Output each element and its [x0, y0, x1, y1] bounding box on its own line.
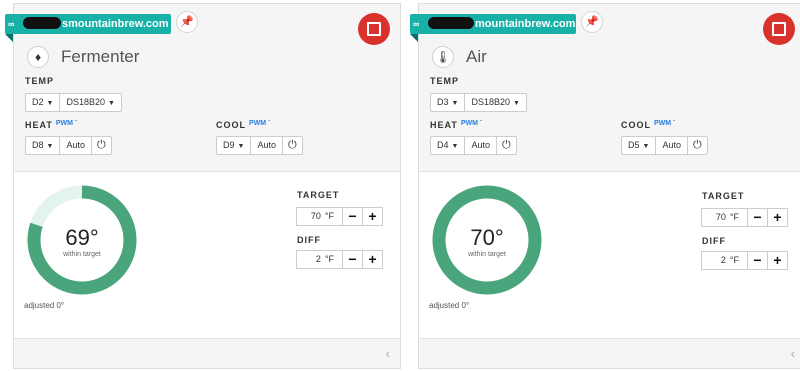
cool-mode-button[interactable]: Auto [250, 136, 283, 155]
thermometer-icon: 🌡 [432, 46, 454, 68]
target-decrease-button[interactable]: − [342, 207, 363, 226]
cool-pin-dropdown[interactable]: D5 ▼ [621, 136, 657, 155]
controller-name: Fermenter [61, 47, 140, 66]
temp-label: TEMP [25, 76, 55, 86]
heat-label: HEAT PWM ˇ [430, 120, 482, 130]
temp-sensor-dropdown[interactable]: DS18B20 ▼ [464, 93, 527, 112]
device-dropdown[interactable]: ∞ smountainbrew.com▼ [5, 14, 171, 34]
diff-label: DIFF [297, 235, 321, 245]
target-increase-button[interactable]: + [767, 208, 788, 227]
diff-value[interactable]: 2 °F [296, 250, 343, 269]
temp-label: TEMP [430, 76, 460, 86]
target-stepper: 70 °F − + [701, 208, 788, 227]
chevron-left-icon[interactable]: ‹ [791, 346, 795, 361]
target-decrease-button[interactable]: − [747, 208, 768, 227]
power-icon: ⏻ [96, 139, 106, 151]
heat-mode-button[interactable]: Auto [464, 136, 497, 155]
cool-controls: D5 ▼ Auto ⏻ [621, 136, 708, 155]
target-increase-button[interactable]: + [362, 207, 383, 226]
heat-power-button[interactable]: ⏻ [495, 136, 517, 155]
heat-controls: D4 ▼ Auto ⏻ [430, 136, 517, 155]
temp-controls: D3 ▼ DS18B20 ▼ [430, 93, 527, 112]
chevron-left-icon[interactable]: ‹ [386, 346, 390, 361]
link-icon: ∞ [8, 19, 15, 29]
card-footer: ‹ [14, 338, 400, 368]
target-value[interactable]: 70 °F [701, 208, 748, 227]
thermometer-probe-icon: ♦ [27, 46, 49, 68]
heat-pwm-toggle[interactable]: PWM ˇ [461, 120, 482, 127]
ribbon-corner [410, 34, 418, 42]
heat-pwm-toggle[interactable]: PWM ˇ [56, 120, 77, 127]
power-icon: ⏻ [287, 139, 297, 151]
diff-decrease-button[interactable]: − [747, 251, 768, 270]
diff-increase-button[interactable]: + [362, 250, 383, 269]
temp-pin-dropdown[interactable]: D3 ▼ [430, 93, 466, 112]
heat-power-button[interactable]: ⏻ [90, 136, 112, 155]
heat-controls: D8 ▼ Auto ⏻ [25, 136, 112, 155]
temp-pin-dropdown[interactable]: D2 ▼ [25, 93, 61, 112]
cool-pwm-toggle[interactable]: PWM ˇ [249, 120, 270, 127]
heat-pin-dropdown[interactable]: D8 ▼ [25, 136, 61, 155]
cool-mode-button[interactable]: Auto [655, 136, 688, 155]
power-icon: ⏻ [692, 139, 702, 151]
heat-pin-dropdown[interactable]: D4 ▼ [430, 136, 466, 155]
target-label: TARGET [297, 190, 340, 200]
gauge-readout: 69° within target [27, 225, 137, 258]
cool-controls: D9 ▼ Auto ⏻ [216, 136, 303, 155]
adjusted-text: adjusted 0° [24, 301, 65, 310]
cool-label: COOL PWM ˇ [216, 120, 271, 130]
adjusted-text: adjusted 0° [429, 301, 470, 310]
stop-button[interactable] [763, 13, 795, 45]
card-footer: ‹ [419, 338, 800, 368]
pin-icon[interactable]: 📌 [176, 11, 198, 33]
cool-pwm-toggle[interactable]: PWM ˇ [654, 120, 675, 127]
stop-button[interactable] [358, 13, 390, 45]
cool-pin-dropdown[interactable]: D9 ▼ [216, 136, 252, 155]
diff-stepper: 2 °F − + [701, 251, 788, 270]
controller-card-air: ∞ mountainbrew.com▼ 📌 🌡 Air TEMP D3▼ DS1… [410, 3, 800, 369]
redacted-text [23, 17, 61, 29]
target-value[interactable]: 70 °F [296, 207, 343, 226]
diff-increase-button[interactable]: + [767, 251, 788, 270]
redacted-text [428, 17, 474, 29]
device-dropdown[interactable]: ∞ mountainbrew.com▼ [410, 14, 576, 34]
card-header: ∞ smountainbrew.com▼ 📌 ♦ Fermenter TEMP … [5, 4, 400, 172]
diff-value[interactable]: 2 °F [701, 251, 748, 270]
cool-power-button[interactable]: ⏻ [686, 136, 708, 155]
stop-icon [367, 22, 381, 36]
link-icon: ∞ [413, 19, 420, 29]
heat-mode-button[interactable]: Auto [59, 136, 92, 155]
target-label: TARGET [702, 191, 745, 201]
diff-stepper: 2 °F − + [296, 250, 383, 269]
status-text: within target [468, 251, 506, 258]
temp-sensor-dropdown[interactable]: DS18B20 ▼ [59, 93, 122, 112]
gauge-readout: 70° within target [432, 225, 542, 258]
stop-icon [772, 22, 786, 36]
pin-icon[interactable]: 📌 [581, 11, 603, 33]
diff-label: DIFF [702, 236, 726, 246]
card-header: ∞ mountainbrew.com▼ 📌 🌡 Air TEMP D3▼ DS1… [410, 4, 800, 172]
cool-power-button[interactable]: ⏻ [281, 136, 303, 155]
controller-name: Air [466, 47, 487, 66]
current-temperature: 70° [470, 225, 504, 250]
current-temperature: 69° [65, 225, 99, 250]
temp-controls: D2 ▼ DS18B20 ▼ [25, 93, 122, 112]
controller-card-fermenter: ∞ smountainbrew.com▼ 📌 ♦ Fermenter TEMP … [5, 3, 401, 369]
target-stepper: 70 °F − + [296, 207, 383, 226]
ribbon-corner [5, 34, 13, 42]
cool-label: COOL PWM ˇ [621, 120, 676, 130]
status-text: within target [63, 251, 101, 258]
heat-label: HEAT PWM ˇ [25, 120, 77, 130]
power-icon: ⏻ [501, 139, 511, 151]
diff-decrease-button[interactable]: − [342, 250, 363, 269]
